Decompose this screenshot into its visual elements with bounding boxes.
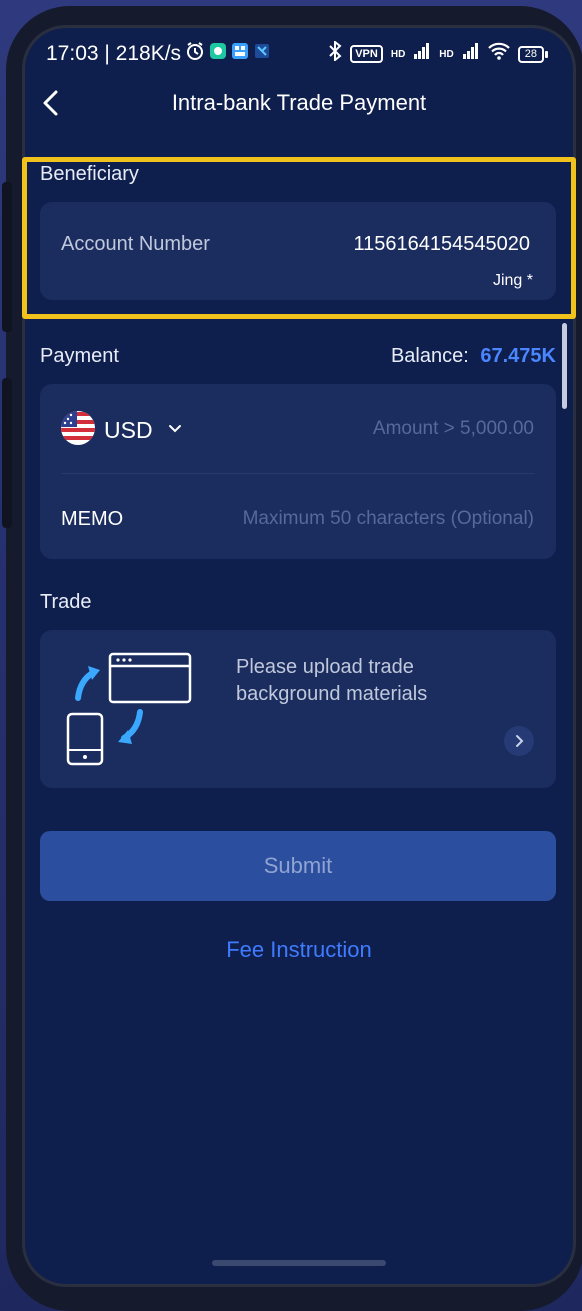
trade-section-label: Trade [40,591,92,613]
us-flag-icon [60,410,96,451]
currency-selector[interactable]: USD [60,410,183,451]
app-notification-icon [253,42,271,66]
status-time-speed: 17:03 | 218K/s [46,42,182,65]
phone-side-button [2,378,12,528]
account-number-value: 1156164154545020 [353,233,530,255]
signal-icon [462,42,480,66]
scrollbar[interactable] [562,323,567,409]
upload-instruction-line: Please upload trade [236,656,414,678]
app-notification-icon [209,42,227,66]
fee-instruction-link[interactable]: Fee Instruction [22,937,576,963]
signal-hd-label: HD [390,48,406,60]
balance-display: Balance: 67.475K [391,345,556,368]
app-notification-icon [231,42,249,66]
page-title: Intra-bank Trade Payment [171,90,427,115]
divider [61,473,535,474]
phone-screen: 17:03 | 218K/s VPN HD HD 28 Intra-bank T… [22,25,576,1287]
vpn-badge: VPN [350,45,383,63]
signal-icon [413,42,431,66]
balance-value: 67.475K [480,345,556,367]
chevron-right-icon[interactable] [504,726,534,756]
chevron-down-icon [167,422,183,440]
account-number-label: Account Number [61,233,210,255]
home-indicator [212,1260,386,1266]
upload-illustration-icon [62,650,194,773]
balance-label: Balance: [390,345,469,367]
status-bar: 17:03 | 218K/s VPN HD HD 28 [22,25,576,85]
trade-upload-card[interactable]: Please upload trade background materials [40,630,556,788]
account-name-value: Jing * [492,272,533,289]
beneficiary-card[interactable]: Account Number 1156164154545020 Jing * [40,202,556,300]
currency-value: USD [104,417,153,443]
bluetooth-icon [328,39,342,67]
memo-label: MEMO [61,508,124,530]
amount-input[interactable]: Amount > 5,000.00 [373,418,534,440]
memo-input[interactable]: Maximum 50 characters (Optional) [243,508,534,530]
upload-instruction: Please upload trade background materials [236,654,427,708]
submit-button[interactable]: Submit [40,831,556,901]
wifi-icon [487,42,510,66]
signal-hd-label: HD [439,48,454,60]
payment-card: USD Amount > 5,000.00 MEMO Maximum 50 ch… [40,384,556,559]
beneficiary-section-label: Beneficiary [40,163,139,185]
payment-section-label: Payment [40,345,119,367]
battery-icon: 28 [517,45,548,63]
alarm-icon [185,41,205,67]
upload-instruction-line: background materials [236,683,428,705]
phone-side-button [2,182,12,332]
